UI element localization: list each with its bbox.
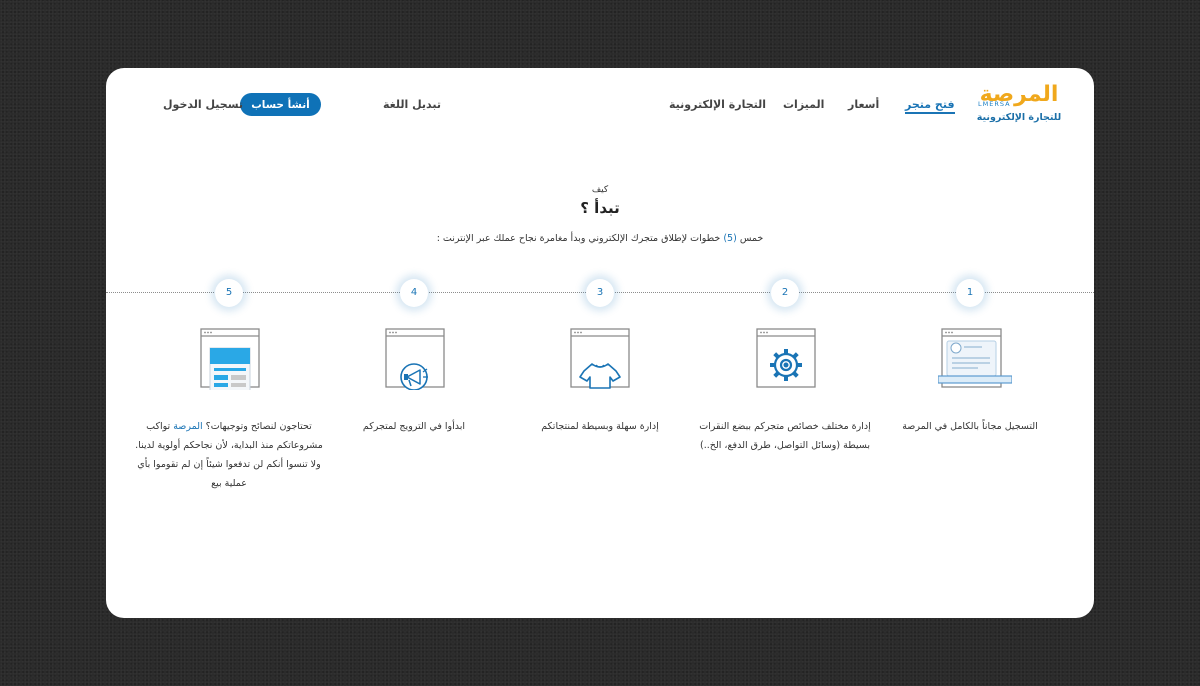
page-title: تبدأ ؟ [580,199,620,217]
step-number-1: 1 [956,279,984,307]
nav-features[interactable]: الميزات [783,98,824,111]
brand-tagline: للتجارة الإلكترونية [976,112,1062,123]
step-text-5: تحتاجون لنصائح وتوجيهات؟ المرصة تواكب مش… [131,417,327,493]
step-text-2: إدارة مختلف خصائص متجركم ببضع النقرات بس… [699,421,871,451]
gear-window-icon [756,328,816,390]
tshirt-window-icon [570,328,630,390]
step-number-3: 3 [586,279,614,307]
intro-subtitle-count: (5) [723,233,737,244]
step-text-4: ابدأوا في الترويج لمتجركم [362,421,466,432]
nav-prices[interactable]: أسعار [848,98,879,111]
signup-button[interactable]: أنشأ حساب [240,93,321,116]
main-card: المرصة LMERSA للتجارة الإلكترونية فتح مت… [106,68,1094,618]
brand-logo[interactable]: المرصة LMERSA للتجارة الإلكترونية [974,82,1064,128]
step-text-3: إدارة سهلة وبسيطة لمنتجاتكم [541,421,659,432]
document-window-icon [200,328,260,411]
step-number-2: 2 [771,279,799,307]
brand-latin: LMERSA [978,100,1011,108]
nav-change-language[interactable]: تبديل اللغة [383,98,441,111]
megaphone-window-icon [385,328,445,391]
step-text-5-brand: المرصة [173,421,203,432]
intro-eyebrow: كيف [591,185,609,195]
intro-subtitle: خمس (5) خطوات لإطلاق متجرك الإلكتروني وب… [106,233,1094,244]
nav-ecommerce[interactable]: التجارة الإلكترونية [669,98,766,111]
step-text-1: التسجيل مجاناً بالكامل في المرصة [902,421,1038,432]
step-number-4: 4 [400,279,428,307]
login-link[interactable]: تسجيل الدخول [163,98,243,111]
intro-subtitle-before: خمس [736,233,764,244]
step-number-5: 5 [215,279,243,307]
intro-subtitle-after: خطوات لإطلاق متجرك الإلكتروني وبدأ مغامر… [436,233,724,244]
profile-window-icon [937,328,1013,390]
step-text-5-before: تحتاجون لنصائح وتوجيهات؟ [202,421,312,432]
nav-open-store[interactable]: فتح متجر [905,98,955,114]
